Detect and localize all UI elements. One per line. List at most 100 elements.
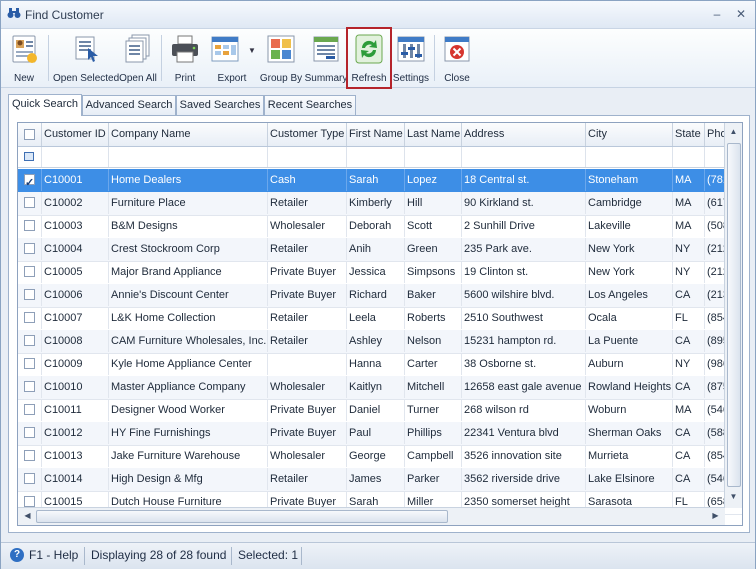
cell-company-name: Crest Stockroom Corp <box>109 238 268 260</box>
table-row[interactable]: C10003 B&M Designs Wholesaler Deborah Scott 2… <box>18 215 742 239</box>
cell-first-name: Richard <box>347 284 405 306</box>
help-hint[interactable]: F1 - Help <box>29 543 78 569</box>
close-button[interactable]: Close <box>440 32 474 86</box>
row-checkbox[interactable] <box>24 358 35 369</box>
table-row[interactable]: C10008 CAM Furniture Wholesales, Inc. Reta… <box>18 330 742 354</box>
cell-last-name: Campbell <box>405 445 462 467</box>
minimize-button[interactable]: – <box>709 6 725 22</box>
table-row[interactable]: C10009 Kyle Home Appliance Center Hanna Car… <box>18 353 742 377</box>
column-header-state[interactable]: State <box>673 123 705 146</box>
cell-customer-type: Retailer <box>268 307 347 329</box>
cell-last-name: Carter <box>405 353 462 375</box>
vertical-scroll-thumb[interactable] <box>727 143 741 487</box>
dropdown-arrow-icon[interactable]: ▼ <box>248 46 256 55</box>
filter-state[interactable] <box>673 147 705 167</box>
cell-company-name: High Design & Mfg <box>109 468 268 490</box>
printer-icon <box>169 34 201 64</box>
open-selected-button[interactable]: Open Selected <box>53 32 119 86</box>
export-button[interactable]: ▼ Export <box>208 32 256 86</box>
cell-customer-id: C10001 <box>42 169 109 191</box>
row-select-cell <box>18 353 42 375</box>
row-checkbox[interactable] <box>24 220 35 231</box>
table-row[interactable]: C10001Home DealersCashSarahLopez18 Centr… <box>18 169 742 193</box>
table-row[interactable]: C10010 Master Appliance Company Wholesaler… <box>18 376 742 400</box>
cell-last-name: Phillips <box>405 422 462 444</box>
filter-address[interactable] <box>462 147 586 167</box>
column-header-customer-type[interactable]: Customer Type <box>268 123 347 146</box>
table-row[interactable]: C10004 Crest Stockroom Corp Retailer Anih Gr… <box>18 238 742 262</box>
column-header-first-name[interactable]: First Name <box>347 123 405 146</box>
cell-first-name: Sarah <box>347 169 405 191</box>
row-checkbox[interactable] <box>24 496 35 507</box>
row-checkbox[interactable] <box>24 450 35 461</box>
row-checkbox[interactable] <box>24 427 35 438</box>
table-row[interactable]: C10014 High Design & Mfg Retailer James Park… <box>18 468 742 492</box>
table-row[interactable]: C10007 L&K Home Collection Retailer Leela Ro… <box>18 307 742 331</box>
status-separator <box>84 547 85 565</box>
table-row[interactable]: C10005 Major Brand Appliance Private Buyer… <box>18 261 742 285</box>
cell-state: CA <box>673 468 705 490</box>
summary-button[interactable]: Summary <box>305 32 347 86</box>
row-checkbox[interactable] <box>24 404 35 415</box>
column-header-company-name[interactable]: Company Name <box>109 123 268 146</box>
filter-city[interactable] <box>586 147 673 167</box>
row-checkbox[interactable] <box>24 335 35 346</box>
filter-icon[interactable] <box>24 152 34 161</box>
filter-company-name[interactable] <box>109 147 268 167</box>
horizontal-scroll-thumb[interactable] <box>36 510 448 523</box>
table-row[interactable]: C10006 Annie's Discount Center Private Buy… <box>18 284 742 308</box>
filter-customer-id[interactable] <box>42 147 109 167</box>
settings-button[interactable]: Settings <box>393 32 429 86</box>
filter-last-name[interactable] <box>405 147 462 167</box>
close-window-button[interactable]: ✕ <box>733 6 749 22</box>
row-checkbox[interactable] <box>24 473 35 484</box>
cell-address: 268 wilson rd <box>462 399 586 421</box>
cell-first-name: Ashley <box>347 330 405 352</box>
close-label: Close <box>444 73 470 84</box>
row-checkbox[interactable] <box>24 381 35 392</box>
table-row[interactable]: C10012 HY Fine Furnishings Private Buyer Pa… <box>18 422 742 446</box>
tab-advanced-search[interactable]: Advanced Search <box>82 95 176 115</box>
table-row[interactable]: C10002 Furniture Place Retailer Kimberly Hil… <box>18 192 742 216</box>
help-icon[interactable]: ? <box>10 548 24 562</box>
cell-first-name: Leela <box>347 307 405 329</box>
column-header-customer-id[interactable]: Customer ID <box>42 123 109 146</box>
cell-address: 18 Central st. <box>462 169 586 191</box>
cell-city: La Puente <box>586 330 673 352</box>
new-button[interactable]: New <box>7 32 41 86</box>
column-header-city[interactable]: City <box>586 123 673 146</box>
scroll-down-icon[interactable]: ▼ <box>726 492 741 501</box>
filter-first-name[interactable] <box>347 147 405 167</box>
cell-customer-id: C10005 <box>42 261 109 283</box>
group-by-button[interactable]: Group By <box>260 32 302 86</box>
open-all-icon <box>122 34 154 64</box>
table-row[interactable]: C10013 Jake Furniture Warehouse Wholesaler… <box>18 445 742 469</box>
cell-customer-type: Retailer <box>268 468 347 490</box>
column-header-last-name[interactable]: Last Name <box>405 123 462 146</box>
filter-customer-type[interactable] <box>268 147 347 167</box>
row-checkbox[interactable] <box>24 266 35 277</box>
table-row[interactable]: C10011 Designer Wood Worker Private Buyer D… <box>18 399 742 423</box>
cell-city: Los Angeles <box>586 284 673 306</box>
open-all-button[interactable]: Open All <box>118 32 158 86</box>
scroll-up-icon[interactable]: ▲ <box>726 127 741 136</box>
tab-quick-search[interactable]: Quick Search <box>8 94 82 116</box>
vertical-scrollbar[interactable]: ▲ ▼ <box>724 123 742 508</box>
cell-state: NY <box>673 238 705 260</box>
row-checkbox[interactable] <box>24 172 35 191</box>
row-checkbox[interactable] <box>24 289 35 300</box>
cell-customer-id: C10007 <box>42 307 109 329</box>
select-all-checkbox[interactable] <box>24 129 35 140</box>
cell-address: 12658 east gale avenue <box>462 376 586 398</box>
row-checkbox[interactable] <box>24 312 35 323</box>
cell-last-name: Simpsons <box>405 261 462 283</box>
row-checkbox[interactable] <box>24 243 35 254</box>
row-checkbox[interactable] <box>24 197 35 208</box>
tab-saved-searches[interactable]: Saved Searches <box>176 95 264 115</box>
horizontal-scrollbar[interactable]: ◀ ▶ <box>18 507 725 525</box>
tab-recent-searches[interactable]: Recent Searches <box>264 95 356 115</box>
column-header-address[interactable]: Address <box>462 123 586 146</box>
scroll-right-icon[interactable]: ▶ <box>708 511 723 520</box>
scroll-left-icon[interactable]: ◀ <box>20 511 35 520</box>
cell-address: 19 Clinton st. <box>462 261 586 283</box>
